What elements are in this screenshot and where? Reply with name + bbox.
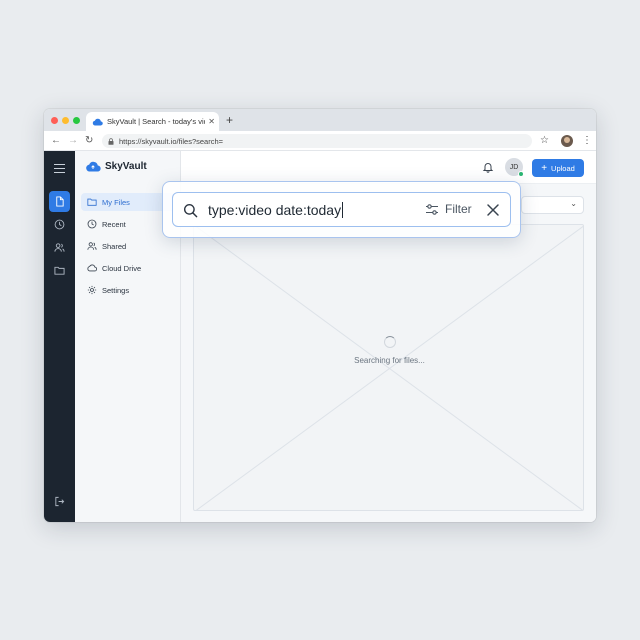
upload-button[interactable]: + Upload: [532, 159, 584, 177]
tab-strip: SkyVault | Search - today's video ✕ +: [44, 109, 596, 131]
brand-name: SkyVault: [105, 161, 147, 172]
search-popover: type:video date:today Filter: [162, 181, 521, 238]
browser-menu-icon[interactable]: ⋮: [582, 134, 592, 148]
sidebar-item-settings[interactable]: Settings: [81, 281, 175, 299]
folder-icon: [54, 266, 65, 275]
filter-button[interactable]: Filter: [425, 202, 472, 216]
text-caret: [342, 202, 344, 218]
chevron-down-icon: ⌄: [570, 199, 577, 208]
app-header: JD + Upload: [181, 151, 596, 184]
logout-button[interactable]: [49, 491, 70, 512]
loading-text: Searching for files...: [354, 356, 425, 365]
cloud-icon: [86, 161, 101, 172]
search-query-value: type:video date:today: [208, 202, 342, 218]
forward-button[interactable]: →: [68, 134, 78, 148]
cloud-icon: [87, 264, 97, 272]
clock-icon: [54, 219, 65, 230]
cloud-icon: [92, 118, 103, 125]
lock-icon: [108, 137, 114, 145]
search-icon: [183, 203, 198, 218]
brand-logo[interactable]: SkyVault: [85, 161, 147, 172]
bookmark-star-icon[interactable]: ☆: [540, 134, 549, 148]
url-text: https://skyvault.io/files?search=: [119, 136, 224, 146]
sidebar-item-shared[interactable]: Shared: [81, 237, 175, 255]
tab-title: SkyVault | Search - today's video: [107, 117, 206, 126]
browser-window: SkyVault | Search - today's video ✕ + ← …: [44, 109, 596, 522]
loading-spinner: [384, 336, 396, 348]
search-query-text: type:video date:today: [208, 201, 344, 219]
sliders-icon: [426, 203, 438, 215]
new-tab-button[interactable]: +: [226, 113, 233, 127]
logout-icon: [55, 496, 65, 507]
folder-icon: [87, 198, 97, 206]
rail-folders-button[interactable]: [49, 260, 70, 281]
plus-icon: +: [541, 162, 548, 174]
sidebar-item-label: Recent: [102, 219, 126, 229]
browser-profile-avatar[interactable]: [561, 135, 573, 147]
minimize-window-button[interactable]: [62, 117, 69, 124]
sidebar-item-label: Cloud Drive: [102, 263, 142, 273]
reload-button[interactable]: ↻: [85, 134, 93, 148]
close-icon[interactable]: [486, 203, 500, 217]
close-window-button[interactable]: [51, 117, 58, 124]
search-input[interactable]: type:video date:today Filter: [172, 192, 511, 227]
sidebar-item-label: My Files: [102, 197, 130, 207]
users-icon: [54, 243, 65, 252]
bell-icon[interactable]: [482, 161, 494, 173]
sidebar-item-label: Settings: [102, 285, 130, 295]
sidebar-item-cloud-drive[interactable]: Cloud Drive: [81, 259, 175, 277]
upload-label: Upload: [551, 163, 575, 173]
users-icon: [87, 242, 97, 250]
back-button[interactable]: ←: [51, 134, 61, 148]
sort-select[interactable]: ⌄: [521, 196, 584, 214]
rail-shared-button[interactable]: [49, 237, 70, 258]
browser-tab[interactable]: SkyVault | Search - today's video ✕: [86, 112, 219, 131]
sidebar-item-my-files[interactable]: My Files: [81, 193, 175, 211]
tab-close-icon[interactable]: ✕: [208, 117, 215, 126]
filter-label: Filter: [445, 202, 472, 216]
browser-toolbar: ← → ↻ https://skyvault.io/files?search= …: [44, 131, 596, 151]
file-icon: [56, 196, 64, 207]
icon-rail: [44, 151, 75, 522]
rail-recent-button[interactable]: [49, 214, 70, 235]
rail-files-button[interactable]: [49, 191, 70, 212]
clock-icon: [87, 219, 97, 229]
gear-icon: [87, 285, 97, 295]
online-status-dot: [518, 171, 524, 177]
results-placeholder: Searching for files...: [193, 224, 584, 511]
sidebar-item-label: Shared: [102, 241, 127, 251]
hamburger-menu-icon[interactable]: [54, 164, 65, 173]
address-bar[interactable]: https://skyvault.io/files?search=: [102, 134, 532, 148]
maximize-window-button[interactable]: [73, 117, 80, 124]
placeholder-cross-lines: [194, 225, 583, 510]
sidebar-item-recent[interactable]: Recent: [81, 215, 175, 233]
